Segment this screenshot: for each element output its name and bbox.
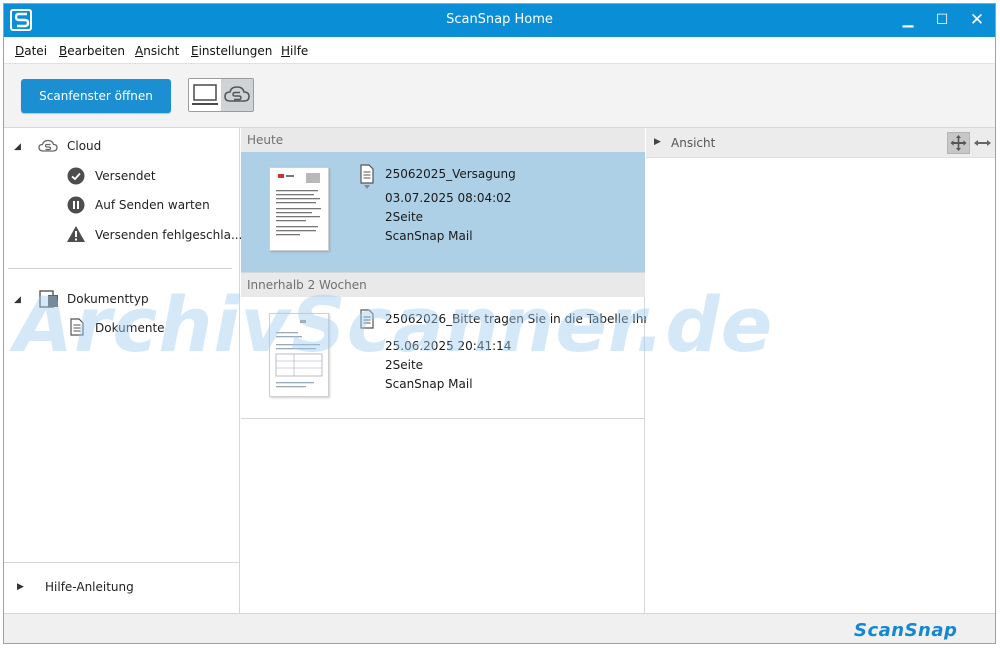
close-button[interactable]: ✕ xyxy=(959,4,995,37)
scanned-page-preview xyxy=(276,173,321,236)
status-bar: ScanSnap xyxy=(4,613,995,643)
document-profile: ScanSnap Mail xyxy=(385,377,473,391)
document-list-panel: Heute 25062025_Versagung 03.07.2025 08:0… xyxy=(241,128,659,613)
help-guide-label: Hilfe-Anleitung xyxy=(45,580,134,594)
document-thumbnail xyxy=(269,167,329,251)
sidebar-item-label: Versenden fehlgeschla... xyxy=(95,228,243,242)
tree-doctype-label[interactable]: Dokumenttyp xyxy=(67,292,149,306)
divider xyxy=(8,268,232,269)
document-icon xyxy=(360,164,374,189)
doctype-collapse-icon[interactable]: ◢ xyxy=(14,295,21,305)
move-icon xyxy=(950,135,967,151)
maximize-button[interactable]: ☐ xyxy=(924,4,960,37)
menu-ansicht[interactable]: Ansicht xyxy=(135,44,179,58)
warning-icon xyxy=(67,226,85,242)
monitor-icon xyxy=(192,84,218,105)
document-icon xyxy=(70,318,84,336)
group-header-two-weeks: Innerhalb 2 Wochen xyxy=(241,273,645,297)
document-row[interactable]: 25062026_Bitte tragen Sie in die Tabelle… xyxy=(241,297,659,419)
scansnap-logo: ScanSnap xyxy=(854,620,958,641)
fit-width-icon xyxy=(974,140,991,146)
scanned-page-preview xyxy=(275,320,323,388)
sidebar-item-label: Dokumente xyxy=(95,321,165,335)
fit-width-button[interactable] xyxy=(971,132,994,154)
document-pages: 2Seite xyxy=(385,210,424,224)
app-window: ScanSnap Home ▁ ☐ ✕ Datei Bearbeiten Ans… xyxy=(3,3,996,644)
title-bar[interactable]: ScanSnap Home ▁ ☐ ✕ xyxy=(4,4,995,37)
viewer-expand-icon[interactable]: ▶ xyxy=(654,137,661,147)
cloud-sync-icon xyxy=(224,86,250,102)
viewer-header: ▶ Ansicht xyxy=(646,128,995,158)
menu-datei[interactable]: Datei xyxy=(15,44,47,58)
minimize-button[interactable]: ▁ xyxy=(890,4,926,37)
document-date: 03.07.2025 08:04:02 xyxy=(385,191,512,205)
cloud-icon xyxy=(38,139,58,152)
document-icon xyxy=(360,309,374,329)
pan-button[interactable] xyxy=(947,132,970,154)
document-name: 25062025_Versagung xyxy=(385,167,516,181)
document-thumbnail xyxy=(269,313,329,397)
menu-bar: Datei Bearbeiten Ansicht Einstellungen H… xyxy=(4,37,995,64)
menu-einstellungen[interactable]: Einstellungen xyxy=(191,44,272,58)
menu-bearbeiten[interactable]: Bearbeiten xyxy=(59,44,125,58)
window-title: ScanSnap Home xyxy=(446,12,553,27)
cloud-check-icon xyxy=(67,167,85,185)
viewer-panel: ▶ Ansicht xyxy=(646,128,995,613)
document-pages: 2Seite xyxy=(385,358,424,372)
document-date: 25.06.2025 20:41:14 xyxy=(385,339,512,353)
storage-toggle xyxy=(188,78,254,112)
help-guide-link[interactable]: ▶ Hilfe-Anleitung xyxy=(4,562,240,613)
sidebar-item-label: Auf Senden warten xyxy=(95,198,210,212)
menu-hilfe[interactable]: Hilfe xyxy=(281,44,308,58)
local-computer-button[interactable] xyxy=(189,79,221,111)
sidebar-item-label: Versendet xyxy=(95,169,156,183)
cloud-collapse-icon[interactable]: ◢ xyxy=(14,142,21,152)
document-name: 25062026_Bitte tragen Sie in die Tabelle… xyxy=(385,312,659,326)
document-profile: ScanSnap Mail xyxy=(385,229,473,243)
document-row[interactable]: 25062025_Versagung 03.07.2025 08:04:02 2… xyxy=(241,152,645,273)
expand-arrow-icon: ▶ xyxy=(17,582,24,592)
left-navigation-panel: ◢ Cloud Versendet Auf Senden warten Vers… xyxy=(4,128,243,613)
toolbar: Scanfenster öffnen xyxy=(4,64,995,128)
pause-icon xyxy=(67,196,85,214)
open-scan-window-button[interactable]: Scanfenster öffnen xyxy=(21,79,171,113)
viewer-title: Ansicht xyxy=(671,136,716,150)
document-type-icon xyxy=(39,290,58,308)
cloud-button[interactable] xyxy=(221,79,253,111)
tree-cloud-label[interactable]: Cloud xyxy=(67,139,101,153)
group-header-today: Heute xyxy=(241,128,645,152)
